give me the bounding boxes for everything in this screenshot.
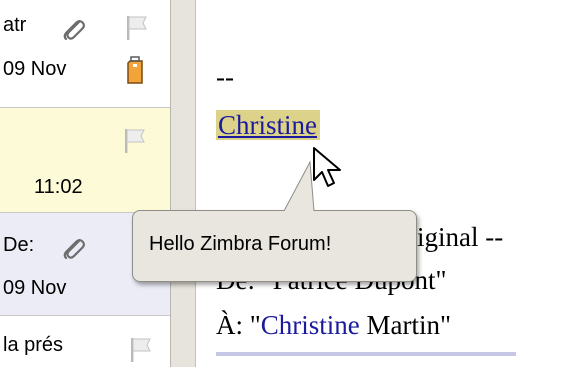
message-date: 09 Nov <box>3 277 67 299</box>
reading-pane: -- Christine riginal -- De: "Patrice Dup… <box>196 0 563 367</box>
attachment-icon <box>63 239 85 260</box>
message-subject: atr <box>3 14 27 36</box>
message-date: 11:02 <box>34 176 83 198</box>
next-line-partial <box>216 352 516 376</box>
to-prefix: À: " <box>216 310 261 340</box>
mouse-cursor-icon <box>313 147 341 187</box>
flag-icon[interactable] <box>122 127 148 155</box>
message-row[interactable]: atr 09 Nov <box>0 0 170 108</box>
message-subject: la prés <box>3 334 64 356</box>
signature-link-wrapper: Christine <box>216 110 320 141</box>
message-date: 09 Nov <box>3 58 67 80</box>
tooltip-text: Hello Zimbra Forum! <box>149 233 332 255</box>
signature-link[interactable]: Christine <box>216 110 320 140</box>
to-suffix: Martin" <box>359 310 452 340</box>
attachment-icon <box>63 20 85 41</box>
signature-separator: -- <box>216 62 234 92</box>
flag-icon[interactable] <box>124 14 150 42</box>
tooltip: Hello Zimbra Forum! <box>132 210 417 282</box>
flag-icon[interactable] <box>128 336 154 364</box>
to-line: À: "Christine Martin" <box>216 310 451 341</box>
message-row[interactable]: la prés <box>0 316 170 367</box>
original-message-header: riginal -- <box>408 222 504 252</box>
message-subject: De: <box>3 234 35 256</box>
tag-icon[interactable] <box>123 54 149 86</box>
message-list: atr 09 Nov 11:02 De: 09 Nov la prés <box>0 0 170 367</box>
message-row-selected[interactable]: 11:02 <box>0 108 170 213</box>
pane-splitter[interactable] <box>170 0 196 367</box>
to-name-link[interactable]: Christine <box>261 310 360 340</box>
